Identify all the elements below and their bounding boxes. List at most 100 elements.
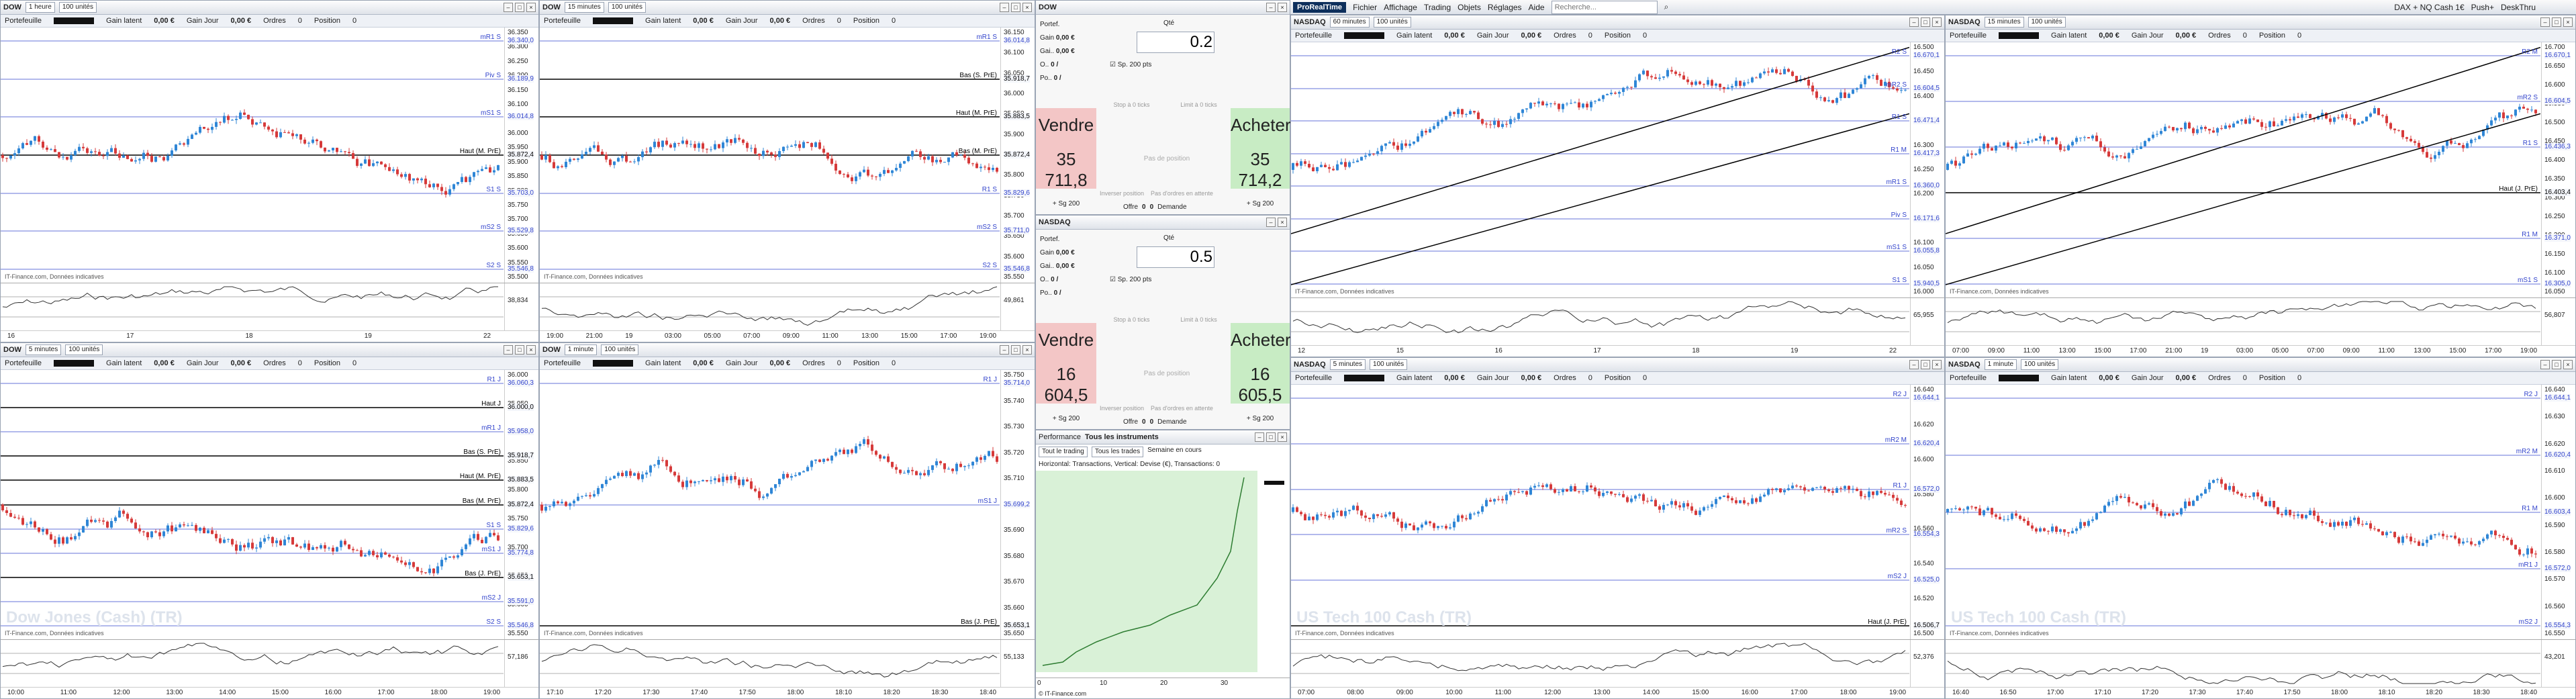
price-area[interactable]: 36.15036.10036.05036.00035.95035.90035.8… [540, 28, 1035, 283]
close-icon[interactable]: × [1932, 17, 1942, 27]
units-select[interactable]: 100 unités [58, 2, 97, 13]
maximize-icon[interactable]: □ [1011, 345, 1020, 355]
price-axis[interactable]: 36.15036.10036.05036.00035.95035.90035.8… [1000, 28, 1035, 283]
order-ticket[interactable]: NASDAQ – × Portef. Gain 0,00 € Gai.. 0,00 €… [1035, 215, 1291, 430]
symbol-select[interactable]: NASDAQ [1294, 18, 1326, 26]
oscillator-area[interactable]: 49,861 [540, 283, 1035, 330]
stop-points[interactable]: 200 pts [1130, 61, 1152, 68]
stop-button[interactable]: Stop à 0 ticks [1100, 316, 1163, 323]
timeframe-select[interactable]: 15 minutes [1984, 17, 2024, 28]
symbol-select[interactable]: DOW [3, 346, 21, 354]
minimize-icon[interactable]: – [1000, 345, 1009, 355]
oscillator-area[interactable]: 57,186 [1, 639, 538, 687]
chart-window[interactable]: DOW 1 minute 100 unités – □ × Portefeuille… [539, 342, 1035, 699]
symbol-select[interactable]: NASDAQ [1294, 361, 1326, 369]
close-icon[interactable]: × [1278, 218, 1287, 227]
maximize-icon[interactable]: □ [1266, 432, 1276, 442]
price-area[interactable]: 35.75035.74035.73035.72035.71035.70035.6… [540, 370, 1035, 639]
time-axis[interactable]: 16 17 18 19 22 [1, 330, 538, 342]
pending-orders[interactable]: Pas d'ordres en attente [1151, 190, 1213, 197]
chart-window[interactable]: NASDAQ 1 minute 100 unités – □ × Portefeui… [1945, 357, 2576, 699]
time-axis[interactable]: 19:00 21:00 19 03:00 05:00 07:00 09:00 11:00 13:… [540, 330, 1035, 342]
minimize-icon[interactable]: – [1266, 3, 1276, 12]
quantity-input[interactable] [1137, 32, 1214, 53]
price-area[interactable]: 36.35036.30036.25036.20036.15036.10036.0… [1, 28, 538, 283]
minimize-icon[interactable]: – [504, 3, 513, 12]
price-axis[interactable]: 36.00035.95035.90035.85035.80035.75035.7… [504, 370, 538, 639]
timeframe-select[interactable]: 1 minute [564, 344, 598, 355]
menu-item[interactable]: Trading [1424, 3, 1451, 12]
symbol-select[interactable]: NASDAQ [1948, 361, 1981, 369]
oscillator-area[interactable]: 43,201 [1946, 639, 2575, 687]
sl-checkbox[interactable]: ☑ [1110, 276, 1116, 283]
close-icon[interactable]: × [1278, 432, 1287, 442]
oscillator-area[interactable]: 65,955 [1291, 297, 1944, 345]
price-axis[interactable]: 35.75035.74035.73035.72035.71035.70035.6… [1000, 370, 1035, 639]
maximize-icon[interactable]: □ [2552, 360, 2561, 369]
close-icon[interactable]: × [526, 3, 536, 12]
tab-instruments[interactable]: Tous les instruments [1085, 433, 1159, 441]
time-axis[interactable]: 07:00 09:00 11:00 13:00 15:00 17:00 21:00 19 03:… [1946, 345, 2575, 357]
sl-checkbox[interactable]: ☑ [1110, 61, 1116, 68]
minimize-icon[interactable]: – [1255, 432, 1264, 442]
timeframe-select[interactable]: 1 heure [25, 2, 55, 13]
buy-button[interactable]: Acheter 16 605,5 + Sg 200 [1231, 323, 1291, 422]
units-select[interactable]: 100 unités [601, 344, 639, 355]
price-axis[interactable]: 16.640 16.630 16.620 16.610 16.600 16.590 16.5… [2541, 385, 2575, 639]
close-icon[interactable]: × [526, 345, 536, 355]
oscillator-area[interactable]: 38,834 [1, 283, 538, 330]
timeframe-select[interactable]: 60 minutes [1329, 17, 1370, 28]
oscillator-area[interactable]: 55,133 [540, 639, 1035, 687]
price-axis[interactable]: 16.640 16.620 16.600 16.580 16.560 16.540 16.5… [1910, 385, 1944, 639]
sell-button[interactable]: Vendre 35 711,8 + Sg 200 [1036, 108, 1096, 207]
chart-window[interactable]: DOW 5 minutes 100 unités – □ × Portefeuill… [0, 342, 539, 699]
inverse-button[interactable]: Inverser position [1100, 190, 1144, 197]
menu-item[interactable]: Aide [1529, 3, 1545, 12]
timeframe-select[interactable]: 1 minute [1984, 359, 2017, 370]
ticket-symbol[interactable]: DOW [1039, 3, 1057, 11]
time-axis[interactable]: 07:00 08:00 09:00 10:00 11:00 12:00 13:00 14:00… [1291, 687, 1944, 698]
maximize-icon[interactable]: □ [1921, 17, 1930, 27]
chart-window[interactable]: DOW 1 heure 100 unités – □ × Portefeuille … [0, 0, 539, 342]
menu-item[interactable]: Fichier [1353, 3, 1377, 12]
minimize-icon[interactable]: – [1909, 17, 1919, 27]
close-icon[interactable]: × [1278, 3, 1287, 12]
timeframe-select[interactable]: 15 minutes [564, 2, 604, 13]
price-area[interactable]: 16.70016.65016.60016.55016.50016.45016.4… [1946, 42, 2575, 297]
price-axis[interactable]: 16.70016.65016.60016.55016.50016.45016.4… [2541, 42, 2575, 297]
units-select[interactable]: 100 unités [2021, 359, 2059, 370]
symbol-select[interactable]: DOW [542, 346, 561, 354]
maximize-icon[interactable]: □ [515, 3, 524, 12]
filter-trading-select[interactable]: Tout le trading [1039, 447, 1088, 457]
symbol-select[interactable]: DOW [3, 3, 21, 11]
units-select[interactable]: 100 unités [1373, 17, 1411, 28]
units-select[interactable]: 100 unités [608, 2, 646, 13]
search-icon[interactable]: ⌕ [1664, 2, 1669, 12]
price-area[interactable]: 36.00035.95035.90035.85035.80035.75035.7… [1, 370, 538, 639]
timeframe-select[interactable]: 5 minutes [1329, 359, 1366, 370]
price-area[interactable]: 16.50016.45016.40016.35016.30016.25016.2… [1291, 42, 1944, 297]
units-select[interactable]: 100 unités [65, 344, 103, 355]
stop-button[interactable]: Stop à 0 ticks [1100, 101, 1163, 108]
sell-button[interactable]: Vendre 16 604,5 + Sg 200 [1036, 323, 1096, 422]
workspace-label[interactable]: DAX + NQ Cash 1€ [2394, 3, 2464, 12]
oscillator-area[interactable]: 56,807 [1946, 297, 2575, 345]
menu-item[interactable]: Objets [1458, 3, 1481, 12]
time-axis[interactable]: 17:10 17:20 17:30 17:40 17:50 18:00 18:10 18:20… [540, 687, 1035, 698]
performance-window[interactable]: Performance Tous les instruments – □ × Tou… [1035, 430, 1290, 699]
timeframe-select[interactable]: 5 minutes [25, 344, 62, 355]
time-axis[interactable]: 12 15 16 17 18 19 22 [1291, 345, 1944, 357]
minimize-icon[interactable]: – [2540, 360, 2550, 369]
units-select[interactable]: 100 unités [2028, 17, 2066, 28]
chart-window[interactable]: NASDAQ 5 minutes 100 unités – □ × Portefeu… [1290, 357, 1945, 699]
order-ticket[interactable]: DOW – × Portef. Gain 0,00 € Gai.. 0,00 € O..… [1035, 0, 1291, 215]
inverse-button[interactable]: Inverser position [1100, 405, 1144, 412]
stop-points[interactable]: 200 pts [1130, 276, 1152, 283]
limit-button[interactable]: Limit à 0 ticks [1167, 316, 1231, 323]
ticket-symbol[interactable]: NASDAQ [1039, 218, 1071, 226]
close-icon[interactable]: × [1022, 345, 1032, 355]
minimize-icon[interactable]: – [1909, 360, 1919, 369]
limit-button[interactable]: Limit à 0 ticks [1167, 101, 1231, 108]
minimize-icon[interactable]: – [2540, 17, 2550, 27]
symbol-select[interactable]: NASDAQ [1948, 18, 1981, 26]
